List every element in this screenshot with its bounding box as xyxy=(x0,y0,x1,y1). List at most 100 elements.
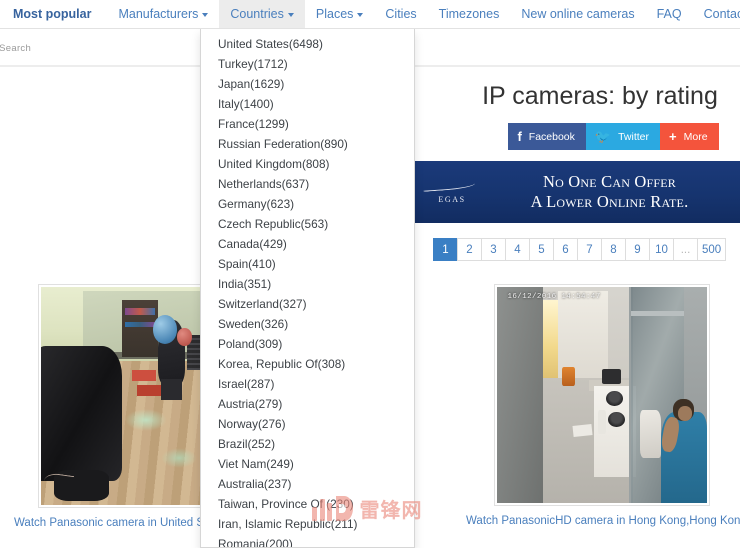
gym-light-glow xyxy=(125,409,168,431)
corridor-left-panel xyxy=(497,287,544,503)
twitter-bird-icon: 🐦 xyxy=(594,129,612,144)
page-title: IP cameras: by rating xyxy=(482,82,718,110)
dropdown-item-country[interactable]: Austria(279) xyxy=(201,394,414,414)
dropdown-item-country[interactable]: Brazil(252) xyxy=(201,434,414,454)
nav-label: Timezones xyxy=(438,6,500,21)
page-link-6[interactable]: 6 xyxy=(553,238,577,261)
gym-step-platform xyxy=(131,369,157,381)
dropdown-item-country[interactable]: Poland(309) xyxy=(201,334,414,354)
camera-thumbnail[interactable]: 16/12/2016 14:54:47 xyxy=(494,284,710,506)
nav-label: Contacts xyxy=(703,6,740,21)
banner-line-1: No One Can Offer xyxy=(542,172,676,191)
dropdown-item-country[interactable]: Russian Federation(890) xyxy=(201,134,414,154)
dropdown-item-country[interactable]: Czech Republic(563) xyxy=(201,214,414,234)
gym-exercise-ball-red xyxy=(177,328,192,346)
page-link-7[interactable]: 7 xyxy=(577,238,601,261)
dropdown-item-country[interactable]: Netherlands(637) xyxy=(201,174,414,194)
facebook-icon: f xyxy=(517,129,522,144)
share-label: Facebook xyxy=(528,130,575,143)
plus-icon: + xyxy=(669,129,677,144)
gym-person-legs xyxy=(160,378,182,401)
page-link-8[interactable]: 8 xyxy=(601,238,625,261)
dropdown-item-country[interactable]: Australia(237) xyxy=(201,474,414,494)
dropdown-item-country[interactable]: Viet Nam(249) xyxy=(201,454,414,474)
camera-caption-link[interactable]: Watch PanasonicHD camera in Hong Kong,Ho… xyxy=(466,514,740,528)
nav-label: Manufacturers xyxy=(118,6,199,21)
dropdown-item-country[interactable]: India(351) xyxy=(201,274,414,294)
countries-dropdown-menu: United States(6498) Turkey(1712) Japan(1… xyxy=(200,29,415,548)
dropdown-item-country[interactable]: Spain(410) xyxy=(201,254,414,274)
dropdown-item-country[interactable]: Iran, Islamic Republic(211) xyxy=(201,514,414,534)
page-link-500[interactable]: 500 xyxy=(697,238,727,261)
nav-label: FAQ xyxy=(656,6,682,21)
corridor-bottle xyxy=(597,410,607,434)
camera-thumbnail[interactable] xyxy=(38,284,206,508)
dropdown-item-country[interactable]: Switzerland(327) xyxy=(201,294,414,314)
share-facebook-button[interactable]: f Facebook xyxy=(508,123,586,150)
gym-light-glow xyxy=(160,448,197,468)
banner-copy: No One Can Offer A Lower Online Rate. xyxy=(485,172,734,212)
share-label: Twitter xyxy=(618,130,650,143)
nav-item-contacts[interactable]: Contacts xyxy=(693,0,740,28)
share-twitter-button[interactable]: 🐦 Twitter xyxy=(585,123,661,150)
nav-item-new-online-cameras[interactable]: New online cameras xyxy=(510,0,645,28)
camera-card: 16/12/2016 14:54:47 Watch PanasonicHD ca… xyxy=(466,284,740,528)
dropdown-item-country[interactable]: Romania(200) xyxy=(201,534,414,547)
nav-item-manufacturers[interactable]: Manufacturers xyxy=(107,0,219,28)
dropdown-item-country[interactable]: Japan(1629) xyxy=(201,74,414,94)
banner-line-2: A Lower Online Rate. xyxy=(530,192,689,211)
camera-caption-link[interactable]: Watch Panasonic camera in United S xyxy=(14,516,206,530)
nav-label: Places xyxy=(315,6,354,21)
nav-label: Countries xyxy=(230,6,284,21)
nav-label: Cities xyxy=(385,6,417,21)
corridor-door-light xyxy=(543,299,558,378)
share-label: More xyxy=(683,130,708,143)
camera-scene-corridor: 16/12/2016 14:54:47 xyxy=(497,287,707,503)
search-label-partial: m Search xyxy=(0,43,32,54)
dropdown-item-country[interactable]: Norway(276) xyxy=(201,414,414,434)
nav-item-timezones[interactable]: Timezones xyxy=(428,0,511,28)
dropdown-item-country[interactable]: Italy(1400) xyxy=(201,94,414,114)
dropdown-item-country[interactable]: Germany(623) xyxy=(201,194,414,214)
share-more-button[interactable]: + More xyxy=(660,123,719,150)
banner-logo-text: EGAS xyxy=(438,195,466,204)
dropdown-item-country[interactable]: Canada(429) xyxy=(201,234,414,254)
dropdown-item-country[interactable]: Sweden(326) xyxy=(201,314,414,334)
camera-timestamp: 16/12/2016 14:54:47 xyxy=(507,293,601,302)
swoosh-icon xyxy=(417,175,487,189)
gym-exercise-ball xyxy=(152,315,178,344)
top-navbar: Most popular Manufacturers Countries Pla… xyxy=(0,0,740,29)
corridor-white-bag xyxy=(639,410,661,458)
nav-item-places[interactable]: Places xyxy=(305,0,375,28)
dropdown-item-country[interactable]: United Kingdom(808) xyxy=(201,154,414,174)
page-link-2[interactable]: 2 xyxy=(457,238,481,261)
chevron-down-icon xyxy=(287,13,294,17)
social-share-row: f Facebook 🐦 Twitter + More xyxy=(415,123,740,150)
dropdown-item-country[interactable]: Korea, Republic Of(308) xyxy=(201,354,414,374)
chevron-down-icon xyxy=(357,13,364,17)
corridor-person-face xyxy=(677,405,693,421)
nav-item-cities[interactable]: Cities xyxy=(374,0,427,28)
nav-item-faq[interactable]: FAQ xyxy=(646,0,693,28)
page-link-10[interactable]: 10 xyxy=(649,238,673,261)
page-link-5[interactable]: 5 xyxy=(529,238,553,261)
nav-item-most-popular[interactable]: Most popular xyxy=(0,0,107,28)
page-link-9[interactable]: 9 xyxy=(625,238,649,261)
page-link-4[interactable]: 4 xyxy=(505,238,529,261)
banner-advertisement[interactable]: EGAS No One Can Offer A Lower Online Rat… xyxy=(415,161,740,223)
gym-step-platform xyxy=(136,385,161,396)
corridor-box xyxy=(562,366,575,387)
page-link-ellipsis: ... xyxy=(673,238,697,261)
nav-item-countries[interactable]: Countries xyxy=(219,0,305,28)
page-link-1[interactable]: 1 xyxy=(433,238,457,261)
corridor-pot xyxy=(606,390,623,406)
chevron-down-icon xyxy=(202,13,209,17)
page-link-3[interactable]: 3 xyxy=(481,238,505,261)
dropdown-item-country[interactable]: Taiwan, Province Of (230) xyxy=(201,494,414,514)
corridor-pot xyxy=(602,369,621,385)
corridor-glass-frame xyxy=(631,310,684,317)
dropdown-item-country[interactable]: Turkey(1712) xyxy=(201,54,414,74)
dropdown-item-country[interactable]: United States(6498) xyxy=(201,34,414,54)
dropdown-item-country[interactable]: France(1299) xyxy=(201,114,414,134)
dropdown-item-country[interactable]: Israel(287) xyxy=(201,374,414,394)
